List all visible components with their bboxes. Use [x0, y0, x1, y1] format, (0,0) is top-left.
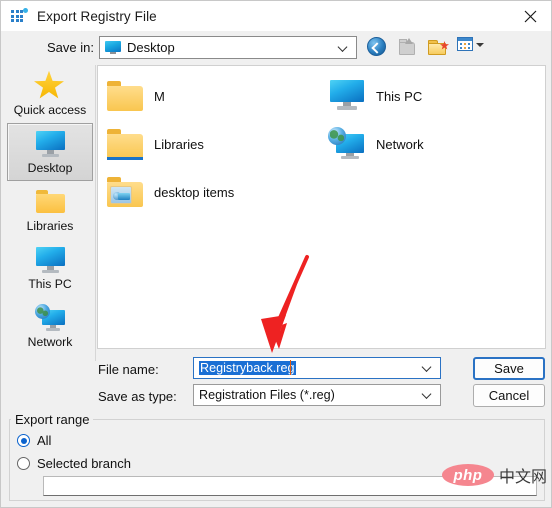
- save-as-type-label: Save as type:: [98, 389, 177, 404]
- sidebar-item-label: Quick access: [13, 102, 87, 117]
- monitor-icon: [34, 245, 66, 275]
- save-in-row: Save in: Desktop: [1, 31, 551, 65]
- folder-pictures-icon: [106, 175, 144, 209]
- radio-all[interactable]: All: [17, 433, 51, 448]
- registry-editor-icon: [11, 8, 28, 24]
- list-item[interactable]: M: [106, 72, 234, 120]
- watermark: php 中文网: [441, 463, 547, 487]
- views-button[interactable]: [457, 37, 485, 59]
- sidebar-item-label: Desktop: [27, 160, 73, 175]
- save-in-dropdown[interactable]: Desktop: [99, 36, 357, 59]
- monitor-icon: [34, 129, 66, 159]
- sidebar-item-network[interactable]: Network: [7, 297, 93, 355]
- sidebar-item-label: Network: [27, 334, 73, 349]
- sidebar-item-label: Libraries: [26, 218, 74, 233]
- file-name-label: File name:: [98, 362, 159, 377]
- list-item-label: Libraries: [154, 136, 204, 152]
- back-button[interactable]: [367, 37, 389, 59]
- sidebar-item-libraries[interactable]: Libraries: [7, 181, 93, 239]
- sidebar-item-this-pc[interactable]: This PC: [7, 239, 93, 297]
- star-icon: [34, 70, 66, 101]
- watermark-text: 中文网: [498, 469, 547, 486]
- save-button[interactable]: Save: [473, 357, 545, 380]
- up-one-level-button[interactable]: [397, 37, 419, 59]
- navigation-toolbar: [367, 35, 485, 61]
- radio-all-label: All: [37, 433, 52, 448]
- sidebar-item-label: This PC: [28, 276, 72, 291]
- radio-selected-branch-label: Selected branch: [37, 456, 131, 471]
- folder-icon: [34, 187, 66, 217]
- file-list[interactable]: M Libraries desktop items This PC Networ…: [97, 65, 546, 349]
- network-icon: [34, 303, 66, 333]
- new-folder-icon: [427, 37, 449, 56]
- chevron-down-icon[interactable]: [423, 364, 432, 373]
- file-list-column-right: This PC Network: [328, 72, 424, 168]
- window-title: Export Registry File: [37, 8, 157, 24]
- back-arrow-icon: [367, 37, 386, 56]
- sidebar-item-desktop[interactable]: Desktop: [7, 123, 93, 181]
- file-name-value: Registryback.reg: [199, 361, 296, 375]
- list-item-label: Network: [376, 136, 424, 152]
- list-item-label: desktop items: [154, 184, 235, 200]
- file-name-input[interactable]: Registryback.reg: [193, 357, 441, 379]
- export-registry-file-dialog: Export Registry File Save in: Desktop Qu…: [0, 0, 552, 508]
- file-list-column-left: M Libraries desktop items: [106, 72, 234, 216]
- text-caret: [290, 360, 291, 375]
- radio-button-icon: [17, 457, 30, 470]
- list-item[interactable]: This PC: [328, 72, 424, 120]
- close-icon[interactable]: [507, 1, 551, 31]
- monitor-icon: [328, 79, 366, 113]
- save-as-type-value: Registration Files (*.reg): [199, 388, 335, 402]
- title-bar: Export Registry File: [1, 1, 551, 31]
- export-range-title: Export range: [11, 412, 94, 427]
- list-item[interactable]: desktop items: [106, 168, 234, 216]
- places-sidebar: Quick access Desktop Libraries This PC N…: [7, 65, 96, 361]
- list-item[interactable]: Libraries: [106, 120, 234, 168]
- network-icon: [328, 127, 366, 161]
- save-in-value: Desktop: [127, 40, 175, 55]
- new-folder-button[interactable]: [427, 37, 449, 59]
- up-folder-icon: [397, 37, 417, 56]
- chevron-down-icon[interactable]: [423, 391, 432, 400]
- list-item-label: M: [154, 88, 165, 104]
- list-item[interactable]: Network: [328, 120, 424, 168]
- folder-libraries-icon: [106, 127, 144, 161]
- radio-button-icon: [17, 434, 30, 447]
- php-logo: php: [441, 464, 494, 486]
- sidebar-item-quick-access[interactable]: Quick access: [7, 65, 93, 123]
- cancel-button[interactable]: Cancel: [473, 384, 545, 407]
- views-dropdown-arrow-icon: [476, 43, 484, 47]
- folder-icon: [106, 79, 144, 113]
- save-in-label: Save in:: [47, 40, 94, 55]
- desktop-monitor-icon: [105, 41, 121, 54]
- radio-selected-branch[interactable]: Selected branch: [17, 456, 131, 471]
- list-item-label: This PC: [376, 88, 423, 104]
- chevron-down-icon: [339, 43, 348, 52]
- views-grid-icon: [457, 37, 474, 52]
- save-as-type-dropdown[interactable]: Registration Files (*.reg): [193, 384, 441, 406]
